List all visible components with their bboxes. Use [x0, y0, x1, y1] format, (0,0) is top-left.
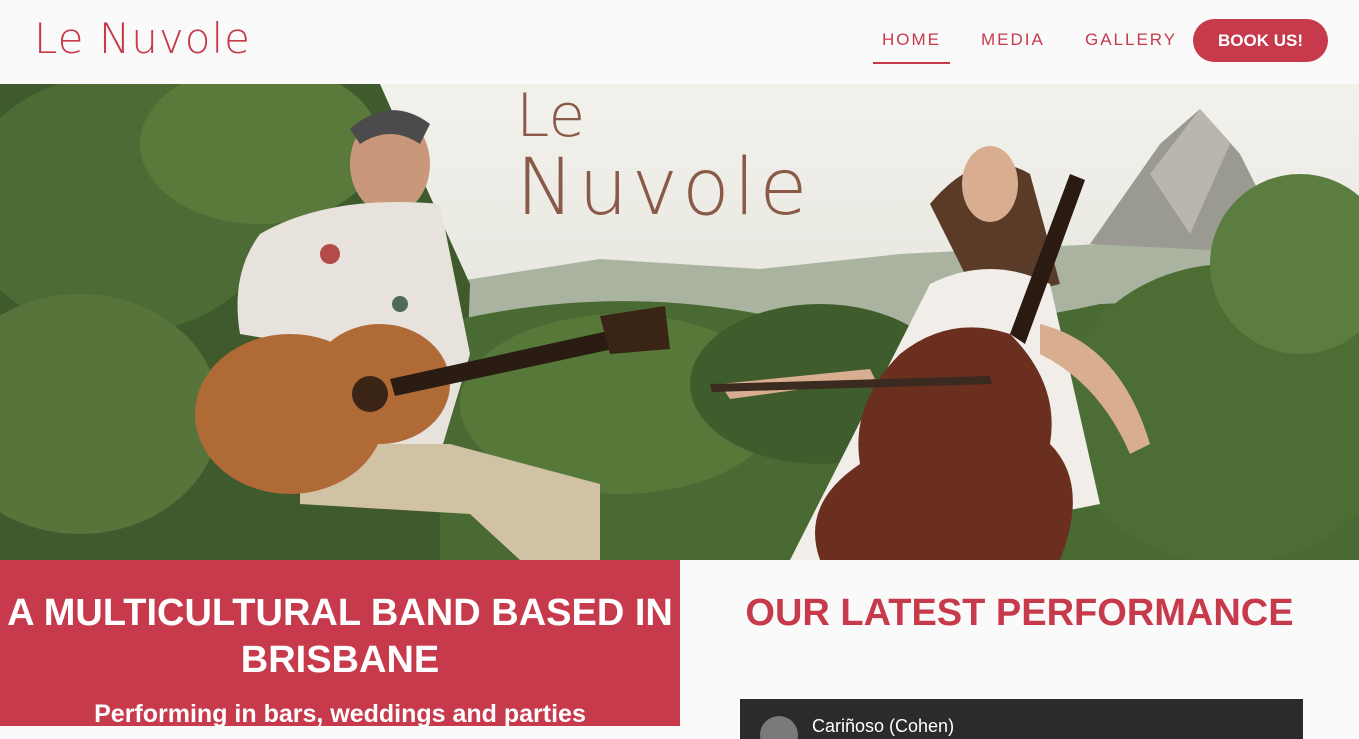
hero-overlay-nuvole: Nuvole [516, 143, 811, 233]
video-title[interactable]: Cariñoso (Cohen) [812, 716, 954, 737]
hero-photo: Le Nuvole [0, 84, 1359, 560]
channel-avatar[interactable] [760, 716, 798, 739]
nav-home[interactable]: HOME [873, 30, 950, 64]
latest-performance-section: OUR LATEST PERFORMANCE Cariñoso (Cohen) [680, 560, 1359, 739]
site-header: Le Nuvole HOME MEDIA GALLERY BOOK US! [0, 0, 1359, 84]
intro-section: A MULTICULTURAL BAND BASED IN BRISBANE P… [0, 560, 680, 728]
nav-gallery[interactable]: GALLERY [1085, 30, 1177, 50]
intro-subtitle: Performing in bars, weddings and parties [94, 700, 586, 728]
hero-overlay-le: Le [516, 84, 585, 151]
intro-title: A MULTICULTURAL BAND BASED IN BRISBANE [7, 592, 673, 681]
book-us-button[interactable]: BOOK US! [1193, 19, 1328, 62]
video-player[interactable]: Cariñoso (Cohen) [740, 699, 1303, 739]
nav-media[interactable]: MEDIA [981, 30, 1045, 50]
hero-banner-image: Le Nuvole [0, 84, 1359, 560]
site-logo[interactable]: Le Nuvole [34, 14, 251, 63]
latest-title: OUR LATEST PERFORMANCE [745, 592, 1294, 634]
